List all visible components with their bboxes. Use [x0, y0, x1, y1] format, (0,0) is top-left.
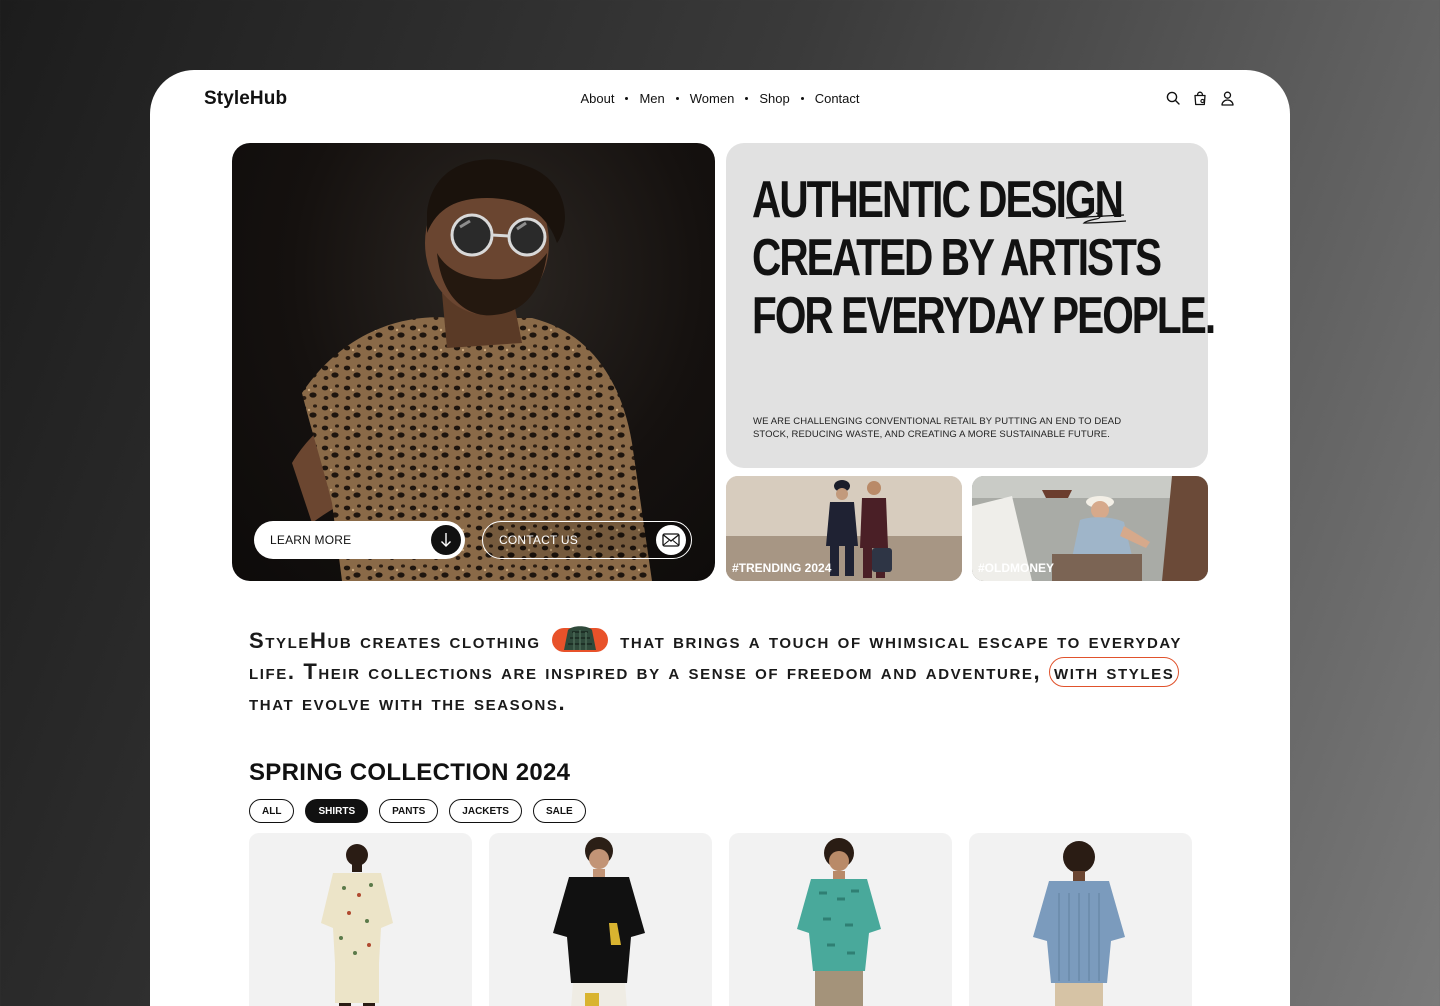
hero-model-photo: LEARN MORE CONTACT US: [232, 143, 715, 581]
mail-icon: [656, 525, 686, 555]
shopping-bag-icon[interactable]: [1193, 90, 1207, 106]
filter-sale[interactable]: SALE: [532, 799, 586, 823]
nav-contact[interactable]: Contact: [815, 91, 860, 106]
filter-jackets[interactable]: JACKETS: [449, 799, 522, 823]
nav-women[interactable]: Women: [690, 91, 735, 106]
nav-separator: [625, 97, 629, 100]
user-icon[interactable]: [1220, 90, 1234, 106]
nav-about[interactable]: About: [580, 91, 614, 106]
contact-us-button[interactable]: CONTACT US: [482, 521, 692, 559]
nav-separator: [675, 97, 679, 100]
nav-separator: [800, 97, 804, 100]
product-grid: [249, 833, 1192, 1006]
filter-all[interactable]: ALL: [249, 799, 295, 823]
product-photo-black-shirt: [553, 837, 645, 1006]
learn-more-label: LEARN MORE: [270, 533, 352, 547]
oldmoney-card[interactable]: #OLDMONEY: [972, 476, 1208, 581]
product-photo-printed-shirt: [321, 844, 393, 1006]
product-card[interactable]: [249, 833, 472, 1006]
hero-headline: AUTHENTIC DESIGN CREATED BY ARTISTS FOR …: [752, 171, 1216, 345]
filter-pants[interactable]: PANTS: [379, 799, 439, 823]
intro-part-3: that evolve with the seasons.: [249, 690, 567, 715]
product-photo-blue-shirt: [1033, 841, 1125, 1006]
highlighted-phrase: with styles: [1048, 657, 1180, 687]
headline-line-3: FOR EVERYDAY PEOPLE.: [752, 287, 1216, 345]
product-card[interactable]: [489, 833, 712, 1006]
product-photo-teal-shirt: [797, 838, 881, 1006]
category-filters: ALL SHIRTS PANTS JACKETS SALE: [249, 799, 586, 823]
jacket-thumbnail: [552, 624, 609, 654]
scribble-underline: [1066, 212, 1126, 224]
header-actions: [1166, 90, 1234, 106]
trending-card[interactable]: #TRENDING 2024: [726, 476, 962, 581]
learn-more-button[interactable]: LEARN MORE: [254, 521, 465, 559]
product-card[interactable]: [729, 833, 952, 1006]
nav-men[interactable]: Men: [639, 91, 664, 106]
collection-title: SPRING COLLECTION 2024: [249, 759, 571, 786]
model-illustration: [292, 159, 652, 581]
brand-statement-card: AUTHENTIC DESIGN CREATED BY ARTISTS FOR …: [726, 143, 1216, 468]
trending-tag: #TRENDING 2024: [732, 561, 832, 575]
main-nav: About Men Women Shop Contact: [150, 91, 1290, 106]
contact-us-label: CONTACT US: [499, 533, 578, 547]
app-window: StyleHub About Men Women Shop Contact LE…: [150, 70, 1290, 1006]
search-icon[interactable]: [1166, 90, 1180, 106]
nav-separator: [745, 97, 749, 100]
nav-shop[interactable]: Shop: [759, 91, 789, 106]
mission-text: WE ARE CHALLENGING CONVENTIONAL RETAIL B…: [753, 416, 1122, 440]
headline-line-2: CREATED BY ARTISTS: [752, 229, 1162, 287]
intro-part-1: StyleHub creates clothing: [249, 628, 541, 653]
arrow-down-icon: [431, 525, 461, 555]
filter-shirts[interactable]: SHIRTS: [305, 799, 369, 823]
oldmoney-tag: #OLDMONEY: [978, 561, 1055, 575]
brand-intro: StyleHub creates clothing that brings a …: [249, 624, 1209, 718]
product-card[interactable]: [969, 833, 1192, 1006]
